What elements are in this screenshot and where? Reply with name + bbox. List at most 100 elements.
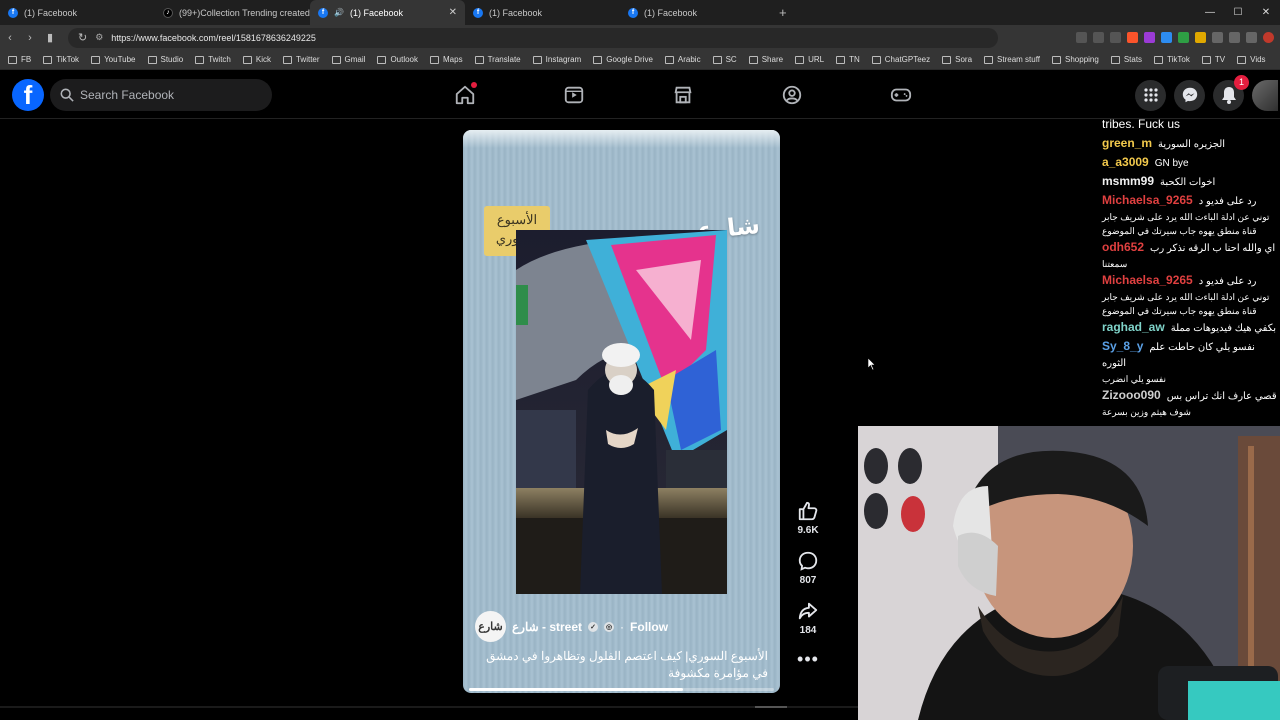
reel-caption[interactable]: الأسبوع السوري| كيف اعتصم الفلول وتظاهرو… xyxy=(478,648,768,682)
nav-marketplace[interactable] xyxy=(628,71,737,119)
puzzle-icon[interactable] xyxy=(1212,32,1223,43)
nav-gaming[interactable] xyxy=(846,71,955,119)
facebook-header: f Search Facebook 1 xyxy=(0,71,1280,119)
bookmark-item[interactable]: TV xyxy=(1201,55,1226,64)
chat-text: tribes. Fuck us xyxy=(1102,117,1181,131)
url-field[interactable]: ↻ ⚙ https://www.facebook.com/reel/158167… xyxy=(68,27,998,48)
maximize-icon[interactable]: ☐ xyxy=(1224,0,1252,25)
bookmark-item[interactable]: Shopping xyxy=(1052,55,1099,64)
browser-tab[interactable]: f (1) Facebook xyxy=(0,0,155,25)
bookmark-folder-icon xyxy=(331,55,341,64)
more-options-icon[interactable]: ••• xyxy=(797,650,819,668)
menu-button[interactable] xyxy=(1135,79,1166,111)
bookmark-item[interactable]: Arabic xyxy=(664,55,701,64)
channel-info: شارع شارع - street ✓ ◎ · Follow xyxy=(475,611,668,642)
channel-name[interactable]: شارع - street xyxy=(512,620,582,634)
bookmark-folder-icon xyxy=(91,55,101,64)
nav-groups[interactable] xyxy=(737,71,846,119)
share-count: 184 xyxy=(799,625,817,636)
follow-button[interactable]: Follow xyxy=(630,620,668,634)
bookmark-item[interactable]: URL xyxy=(795,55,824,64)
bookmark-item[interactable]: Maps xyxy=(430,55,463,64)
browser-tab[interactable]: f (1) Facebook xyxy=(465,0,620,25)
extension-icon[interactable] xyxy=(1161,32,1172,43)
bookmark-item[interactable]: SC xyxy=(712,55,737,64)
tab-title: (99+)Collection Trending created by xyxy=(179,7,310,18)
bookmark-label: Stats xyxy=(1123,55,1143,64)
bookmark-item[interactable]: Studio xyxy=(147,55,183,64)
chat-message: Sy_8_y نفسو يلي كان حاطت علم الثوره نفسو ي… xyxy=(1102,338,1280,386)
bookmark-item[interactable]: FB xyxy=(8,55,31,64)
bookmark-label: Twitter xyxy=(295,55,320,64)
bookmark-item[interactable]: ChatGPTeez xyxy=(871,55,930,64)
bookmark-item[interactable]: Stats xyxy=(1110,55,1143,64)
notifications-button[interactable]: 1 xyxy=(1213,74,1249,111)
close-tab-icon[interactable]: ✕ xyxy=(449,7,457,18)
notification-count-badge: 1 xyxy=(1234,74,1249,90)
profile-icon[interactable] xyxy=(1263,32,1274,43)
bookmark-item[interactable]: TikTok xyxy=(1154,55,1190,64)
mouse-cursor-icon xyxy=(868,358,876,370)
bookmark-item[interactable]: Translate xyxy=(474,55,521,64)
bookmark-item[interactable]: YouTube xyxy=(91,55,136,64)
bookmark-item[interactable]: Share xyxy=(748,55,783,64)
search-input[interactable]: Search Facebook xyxy=(50,78,272,111)
frost-decoration xyxy=(463,130,780,148)
browser-tab[interactable]: f (1) Facebook xyxy=(620,0,775,25)
bookmark-item[interactable]: Stream stuff xyxy=(984,55,1040,64)
reload-icon[interactable]: ↻ xyxy=(78,31,87,44)
nav-video[interactable] xyxy=(519,71,628,119)
scrollbar-thumb[interactable] xyxy=(755,706,787,708)
bookmark-item[interactable]: TN xyxy=(836,55,860,64)
extension-icons xyxy=(1076,32,1274,43)
bookmark-item[interactable]: Sora xyxy=(942,55,972,64)
brave-rewards-icon[interactable] xyxy=(1144,32,1155,43)
messenger-button[interactable] xyxy=(1174,79,1205,111)
bookmark-item[interactable]: Vids xyxy=(1237,55,1266,64)
bookmark-item[interactable]: Gmail xyxy=(331,55,365,64)
forward-icon[interactable]: › xyxy=(20,32,40,44)
video-frame[interactable] xyxy=(516,230,727,594)
share-icon[interactable] xyxy=(1110,32,1121,43)
comment-action[interactable]: 807 xyxy=(797,550,819,586)
back-icon[interactable]: ‹ xyxy=(0,32,20,44)
cast-icon[interactable] xyxy=(1076,32,1087,43)
separator-dot: · xyxy=(620,619,625,634)
marketplace-icon xyxy=(674,86,691,104)
site-settings-icon[interactable]: ⚙ xyxy=(95,32,103,43)
bookmark-item[interactable]: Google Drive xyxy=(593,55,653,64)
minimize-icon[interactable]: — xyxy=(1196,0,1224,25)
main-nav xyxy=(410,71,955,119)
extension-icon[interactable] xyxy=(1178,32,1189,43)
bookmark-item[interactable]: Twitch xyxy=(195,55,231,64)
brave-shield-icon[interactable] xyxy=(1127,32,1138,43)
browser-tab-active[interactable]: f 🔊 (1) Facebook ✕ xyxy=(310,0,465,25)
sidebar-icon[interactable] xyxy=(1229,32,1240,43)
nav-home[interactable] xyxy=(410,71,519,119)
video-progress-bar[interactable] xyxy=(469,688,774,691)
bookmark-item[interactable]: Instagram xyxy=(532,55,581,64)
reel-video-card[interactable]: الأسبوع السوري شارع xyxy=(463,130,780,693)
profile-avatar[interactable] xyxy=(1252,79,1278,111)
bookmark-item[interactable]: Twitter xyxy=(282,55,320,64)
bookmark-item[interactable]: Kick xyxy=(242,55,271,64)
page-scrollbar[interactable] xyxy=(0,706,858,708)
share-action[interactable]: 184 xyxy=(797,600,819,636)
zoom-icon[interactable] xyxy=(1093,32,1104,43)
like-action[interactable]: 9.6K xyxy=(797,500,819,536)
bookmark-item[interactable]: TikTok xyxy=(43,55,79,64)
video-scene-image xyxy=(516,230,727,594)
channel-avatar[interactable]: شارع xyxy=(475,611,506,642)
media-icon[interactable] xyxy=(1246,32,1257,43)
facebook-icon: f xyxy=(318,7,328,18)
speaker-icon: 🔊 xyxy=(334,8,344,17)
new-tab-button[interactable]: + xyxy=(779,5,787,20)
bookmark-label: FB xyxy=(21,55,32,64)
bookmark-label: TV xyxy=(1214,55,1226,64)
bookmark-icon[interactable]: ▮ xyxy=(40,31,60,44)
facebook-logo[interactable]: f xyxy=(12,78,44,111)
close-window-icon[interactable]: ✕ xyxy=(1252,0,1280,25)
browser-tab[interactable]: ♪ (99+)Collection Trending created by xyxy=(155,0,310,25)
extension-icon[interactable] xyxy=(1195,32,1206,43)
bookmark-item[interactable]: Outlook xyxy=(377,55,418,64)
